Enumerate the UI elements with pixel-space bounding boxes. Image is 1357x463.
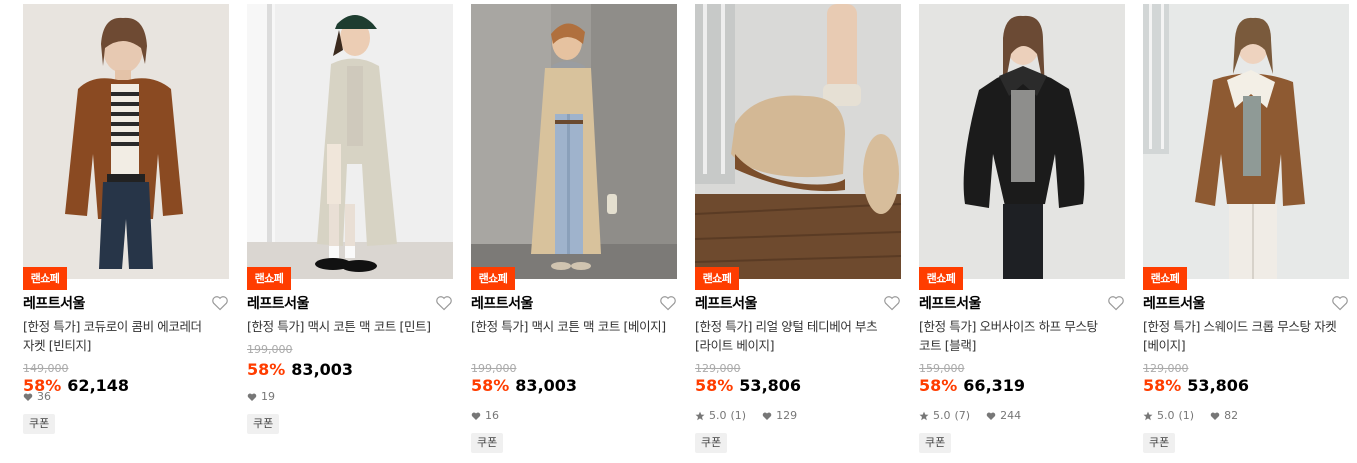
product-image[interactable] [919,4,1125,279]
product-name[interactable]: [한정 특가] 코듀로이 콤비 에코레더 자켓 [빈티지] [23,317,223,355]
promo-badge: 랜쇼페 [23,267,67,290]
product-stats: 36 [23,390,51,403]
sale-price: 53,806 [739,376,802,395]
like-count-icon [762,412,772,420]
brand-name[interactable]: 레프트서울 [23,293,85,313]
coupon-tag: 쿠폰 [919,433,952,453]
like-count-icon [247,393,257,401]
coupon-tag: 쿠폰 [23,414,56,434]
price-row: 58% 53,806 [1143,376,1249,396]
product-image[interactable] [471,4,677,279]
heart-icon[interactable] [1107,294,1125,312]
discount-rate: 58% [919,376,958,395]
like-count-icon [986,412,996,420]
star-icon [695,411,705,420]
brand-name[interactable]: 레프트서울 [247,293,309,313]
original-price: 159,000 [919,362,965,375]
heart-icon[interactable] [435,294,453,312]
review-count: (1) [1178,409,1195,422]
star-icon [919,411,929,420]
rating-value: 5.0 [1157,409,1175,422]
product-card[interactable]: 랜쇼페 레프트서울 [한정 특가] 스웨이드 크롭 무스탕 자켓 [베이지] 1… [1143,0,1349,463]
original-price: 129,000 [695,362,741,375]
like-count: 16 [485,409,499,422]
original-price: 199,000 [471,362,517,375]
price-row: 58% 83,003 [247,360,353,380]
product-image[interactable] [247,4,453,279]
star-icon [1143,411,1153,420]
product-name[interactable]: [한정 특가] 오버사이즈 하프 무스탕 코트 [블랙] [919,317,1119,355]
promo-badge: 랜쇼페 [471,267,515,290]
like-count: 82 [1224,409,1239,422]
product-name[interactable]: [한정 특가] 맥시 코튼 맥 코트 [베이지] [471,317,671,336]
product-stats: 19 [247,390,275,403]
original-price: 129,000 [1143,362,1189,375]
sale-price: 66,319 [963,376,1026,395]
coupon-tag: 쿠폰 [1143,433,1176,453]
product-card[interactable]: 랜쇼페 레프트서울 [한정 특가] 맥시 코튼 맥 코트 [민트] 199,00… [247,0,453,463]
sale-price: 83,003 [515,376,578,395]
rating-value: 5.0 [709,409,727,422]
product-image[interactable] [1143,4,1349,279]
like-count: 19 [261,390,275,403]
product-name[interactable]: [한정 특가] 스웨이드 크롭 무스탕 자켓 [베이지] [1143,317,1343,355]
product-card[interactable]: 랜쇼페 레프트서울 [한정 특가] 오버사이즈 하프 무스탕 코트 [블랙] 1… [919,0,1125,463]
brand-name[interactable]: 레프트서울 [471,293,533,313]
like-count: 244 [1000,409,1022,422]
original-price: 149,000 [23,362,69,375]
brand-name[interactable]: 레프트서울 [695,293,757,313]
review-count: (1) [730,409,747,422]
promo-badge: 랜쇼페 [695,267,739,290]
product-stats: 5.0 (1) 129 [695,409,797,422]
price-row: 58% 53,806 [695,376,801,396]
product-image[interactable] [23,4,229,279]
discount-rate: 58% [247,360,286,379]
coupon-tag: 쿠폰 [471,433,504,453]
promo-badge: 랜쇼페 [247,267,291,290]
rating-value: 5.0 [933,409,951,422]
product-name[interactable]: [한정 특가] 맥시 코튼 맥 코트 [민트] [247,317,447,336]
like-count-icon [23,393,33,401]
review-count: (7) [954,409,971,422]
coupon-tag: 쿠폰 [247,414,280,434]
heart-icon[interactable] [883,294,901,312]
promo-badge: 랜쇼페 [919,267,963,290]
sale-price: 83,003 [291,360,354,379]
product-card[interactable]: 랜쇼페 레프트서울 [한정 특가] 맥시 코튼 맥 코트 [베이지] 199,0… [471,0,677,463]
discount-rate: 58% [1143,376,1182,395]
discount-rate: 58% [695,376,734,395]
brand-name[interactable]: 레프트서울 [1143,293,1205,313]
product-card[interactable]: 랜쇼페 레프트서울 [한정 특가] 리얼 양털 테디베어 부츠 [라이트 베이지… [695,0,901,463]
sale-price: 62,148 [67,376,130,395]
product-grid: 랜쇼페 레프트서울 [한정 특가] 코듀로이 콤비 에코레더 자켓 [빈티지] … [0,0,1357,463]
heart-icon[interactable] [1331,294,1349,312]
like-count: 36 [37,390,51,403]
price-row: 58% 66,319 [919,376,1025,396]
brand-name[interactable]: 레프트서울 [919,293,981,313]
discount-rate: 58% [471,376,510,395]
product-image[interactable] [695,4,901,279]
product-name[interactable]: [한정 특가] 리얼 양털 테디베어 부츠 [라이트 베이지] [695,317,895,355]
price-row: 58% 83,003 [471,376,577,396]
product-stats: 5.0 (7) 244 [919,409,1021,422]
product-stats: 5.0 (1) 82 [1143,409,1238,422]
product-stats: 16 [471,409,499,422]
like-count-icon [1210,412,1220,420]
product-card[interactable]: 랜쇼페 레프트서울 [한정 특가] 코듀로이 콤비 에코레더 자켓 [빈티지] … [23,0,229,463]
like-count: 129 [776,409,798,422]
coupon-tag: 쿠폰 [695,433,728,453]
heart-icon[interactable] [211,294,229,312]
sale-price: 53,806 [1187,376,1250,395]
original-price: 199,000 [247,343,293,356]
like-count-icon [471,412,481,420]
heart-icon[interactable] [659,294,677,312]
promo-badge: 랜쇼페 [1143,267,1187,290]
